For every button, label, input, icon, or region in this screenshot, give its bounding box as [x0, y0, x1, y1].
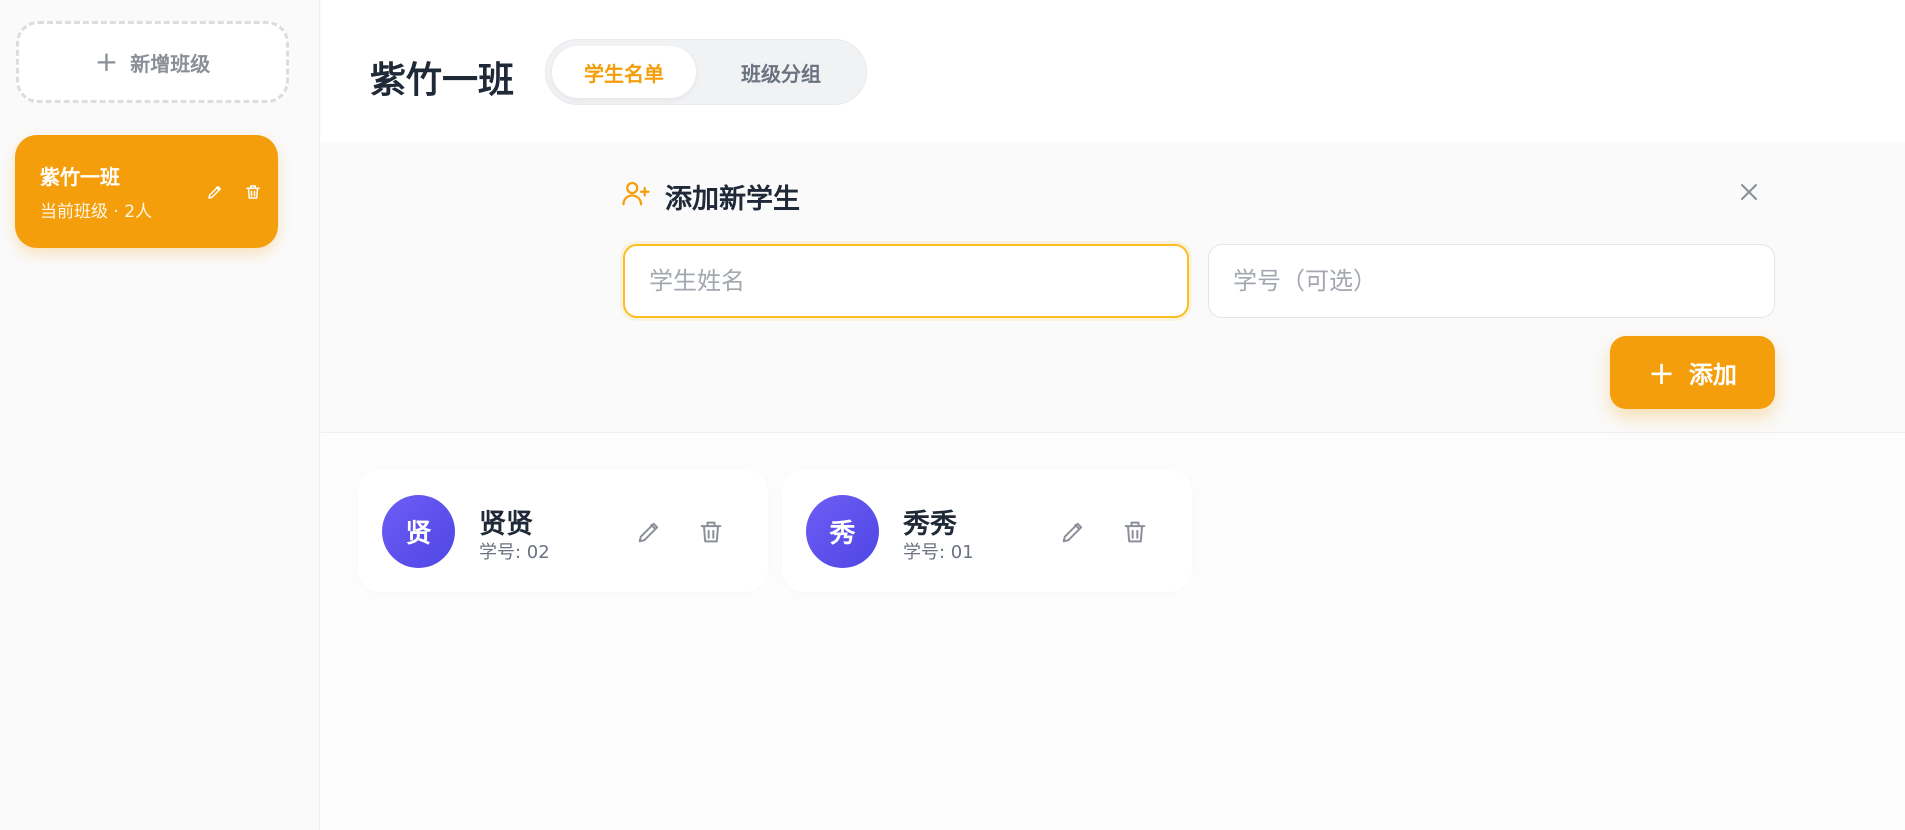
class-item[interactable]: 紫竹一班 当前班级 · 2人 [15, 135, 278, 248]
avatar: 秀 [806, 495, 879, 568]
delete-student-button[interactable] [1119, 516, 1151, 548]
tab-student-list[interactable]: 学生名单 [552, 46, 696, 98]
student-name-input[interactable] [623, 244, 1189, 318]
add-class-label: 新增班级 [130, 51, 211, 76]
trash-icon [1124, 521, 1146, 543]
close-panel-button[interactable] [1735, 178, 1763, 206]
add-student-label: 添加 [1688, 361, 1737, 389]
close-icon [1741, 184, 1757, 200]
student-name: 秀秀 [903, 509, 957, 540]
edit-class-button[interactable] [202, 179, 228, 205]
class-name: 紫竹一班 [40, 165, 120, 189]
page-title: 紫竹一班 [370, 60, 515, 101]
delete-class-button[interactable] [240, 179, 266, 205]
plus-icon: + [94, 45, 119, 78]
add-student-button[interactable]: + 添加 [1610, 336, 1775, 409]
trash-icon [246, 185, 260, 199]
page-header: 紫竹一班 学生名单 班级分组 [321, 0, 1905, 142]
plus-icon: + [1648, 353, 1675, 392]
student-id-input[interactable] [1208, 244, 1775, 318]
student-card[interactable]: 贤 贤贤 学号: 02 [358, 470, 768, 592]
add-student-panel: 添加新学生 + 添加 [321, 142, 1905, 433]
edit-student-button[interactable] [1057, 516, 1089, 548]
avatar: 贤 [382, 495, 455, 568]
delete-student-button[interactable] [695, 516, 727, 548]
add-class-button[interactable]: + 新增班级 [16, 21, 289, 103]
class-meta: 当前班级 · 2人 [40, 202, 153, 222]
panel-title: 添加新学生 [665, 184, 800, 215]
student-name: 贤贤 [479, 509, 533, 540]
edit-student-button[interactable] [633, 516, 665, 548]
sidebar: + 新增班级 紫竹一班 当前班级 · 2人 [0, 0, 320, 830]
student-card[interactable]: 秀 秀秀 学号: 01 [782, 470, 1192, 592]
view-tabs: 学生名单 班级分组 [545, 39, 867, 105]
trash-icon [700, 521, 722, 543]
tab-class-groups[interactable]: 班级分组 [706, 46, 856, 98]
pencil-icon [208, 186, 221, 199]
pencil-icon [1062, 522, 1083, 543]
pencil-icon [638, 522, 659, 543]
student-id: 学号: 01 [903, 542, 974, 563]
student-id: 学号: 02 [479, 542, 550, 563]
user-plus-icon [621, 178, 651, 212]
